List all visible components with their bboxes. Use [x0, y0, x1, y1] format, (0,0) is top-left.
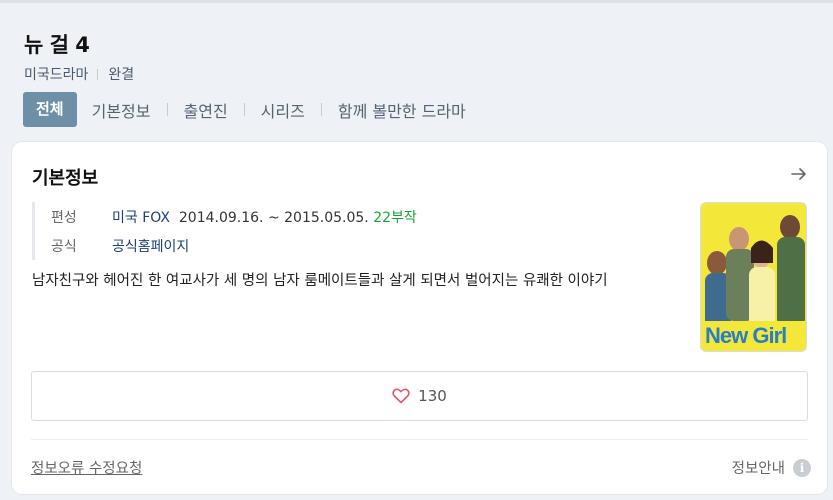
info-guide-label: 정보안내 [731, 461, 785, 477]
info-guide-button[interactable]: 정보안내 i [732, 457, 811, 478]
tab-divider [320, 103, 322, 116]
footer-divider [31, 439, 808, 440]
top-border [0, 0, 833, 3]
like-button[interactable]: 130 [31, 371, 808, 421]
meta-divider [97, 68, 99, 80]
basic-info-card: 기본정보 편성 미국 FOX 2014.09.16. ~ 2015.05.05.… [12, 142, 827, 494]
report-error-link[interactable]: 정보오류 수정요청 [31, 457, 142, 478]
synopsis: 남자친구와 헤어진 한 여교사가 세 명의 남자 룸메이트들과 살게 되면서 벌… [32, 273, 608, 289]
arrow-right-icon[interactable] [789, 164, 809, 184]
broadcast-label: 편성 [51, 209, 77, 226]
broadcast-row: 편성 미국 FOX 2014.09.16. ~ 2015.05.05. 22부작 [51, 202, 417, 231]
info-icon: i [793, 458, 811, 477]
broadcast-value: 미국 FOX 2014.09.16. ~ 2015.05.05. 22부작 [112, 207, 417, 227]
broadcast-dates: 2014.09.16. ~ 2015.05.05. [178, 209, 369, 226]
tab-divider [243, 103, 245, 116]
official-homepage-link[interactable]: 공식홈페이지 [112, 236, 189, 256]
tab-all[interactable]: 전체 [23, 92, 77, 127]
poster-logo: New Girl [705, 323, 787, 348]
tab-related-dramas[interactable]: 함께 볼만한 드라마 [327, 98, 477, 122]
page-title: 뉴 걸 4 [24, 33, 90, 57]
tab-series[interactable]: 시리즈 [250, 98, 316, 122]
card-title: 기본정보 [32, 168, 99, 189]
tab-bar: 전체 기본정보 출연진 시리즈 함께 볼만한 드라마 [23, 92, 477, 127]
tab-divider [166, 103, 168, 116]
official-row: 공식 공식홈페이지 [51, 231, 417, 260]
tab-basic-info[interactable]: 기본정보 [81, 98, 162, 122]
network-link[interactable]: 미국 FOX [112, 210, 170, 226]
official-label: 공식 [51, 238, 77, 255]
title-meta: 미국드라마 완결 [24, 64, 134, 84]
status-label: 완결 [108, 67, 135, 83]
poster-image[interactable]: New Girl [700, 202, 807, 352]
like-count: 130 [418, 387, 447, 405]
info-list: 편성 미국 FOX 2014.09.16. ~ 2015.05.05. 22부작… [32, 202, 417, 260]
episode-count: 22부작 [373, 209, 417, 226]
heart-icon [392, 388, 410, 404]
tab-cast[interactable]: 출연진 [173, 98, 239, 122]
genre-label[interactable]: 미국드라마 [24, 64, 88, 84]
